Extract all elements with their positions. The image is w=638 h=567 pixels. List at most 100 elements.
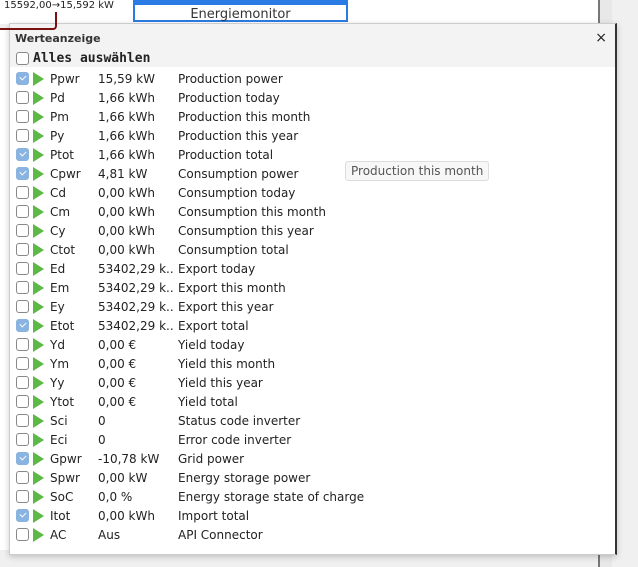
value-description: Yield total: [178, 394, 238, 409]
row-checkbox[interactable]: [16, 471, 29, 484]
list-item[interactable]: Yd 0,00 € Yield today: [10, 335, 615, 354]
value-description: Production total: [178, 147, 274, 162]
row-checkbox[interactable]: [16, 281, 29, 294]
row-checkbox[interactable]: [16, 110, 29, 123]
row-checkbox[interactable]: [16, 395, 29, 408]
row-checkbox[interactable]: [16, 509, 29, 522]
value-description: Yield this year: [178, 375, 263, 390]
row-checkbox[interactable]: [16, 433, 29, 446]
select-all-label: Alles auswählen: [33, 51, 151, 66]
list-item[interactable]: Ed 53402,29 k... Export today: [10, 259, 615, 278]
value-description: Production this year: [178, 128, 299, 143]
play-icon: [33, 185, 44, 200]
row-checkbox[interactable]: [16, 319, 29, 332]
value-reading: 0: [98, 413, 106, 428]
list-item[interactable]: Pm 1,66 kWh Production this month: [10, 107, 615, 126]
row-checkbox[interactable]: [16, 148, 29, 161]
list-item[interactable]: Eci 0 Error code inverter: [10, 430, 615, 449]
row-checkbox[interactable]: [16, 186, 29, 199]
list-item[interactable]: Cy 0,00 kWh Consumption this year: [10, 221, 615, 240]
value-reading: 0,00 kWh: [98, 242, 155, 257]
tooltip: Production this month: [345, 161, 490, 181]
row-checkbox[interactable]: [16, 205, 29, 218]
value-code: Ed: [50, 261, 66, 276]
value-reading: 1,66 kWh: [98, 128, 155, 143]
value-description: Grid power: [178, 451, 245, 466]
row-checkbox[interactable]: [16, 167, 29, 180]
value-reading: 53402,29 k...: [98, 261, 174, 276]
value-code: Cd: [50, 185, 66, 200]
list-item[interactable]: Etot 53402,29 k... Export total: [10, 316, 615, 335]
list-item[interactable]: Sci 0 Status code inverter: [10, 411, 615, 430]
list-item[interactable]: Em 53402,29 k... Export this month: [10, 278, 615, 297]
value-reading: 0,0 %: [98, 489, 133, 504]
list-item[interactable]: AC Aus API Connector: [10, 525, 615, 544]
list-item[interactable]: Itot 0,00 kWh Import total: [10, 506, 615, 525]
play-icon: [33, 147, 44, 162]
play-icon: [33, 90, 44, 105]
value-reading: 0,00 €: [98, 356, 137, 371]
list-item[interactable]: Ptot 1,66 kWh Production total: [10, 145, 615, 164]
value-description: Yield today: [178, 337, 245, 352]
value-list: Ppwr 15,59 kW Production power Pd 1,66 k…: [10, 69, 615, 544]
checkbox[interactable]: [16, 52, 29, 65]
widget-title: Energiemonitor: [190, 7, 291, 22]
list-item[interactable]: Cpwr 4,81 kW Consumption power: [10, 164, 615, 183]
list-item[interactable]: Cd 0,00 kWh Consumption today: [10, 183, 615, 202]
value-code: Cpwr: [50, 166, 81, 181]
play-icon: [33, 128, 44, 143]
row-checkbox[interactable]: [16, 243, 29, 256]
row-checkbox[interactable]: [16, 528, 29, 541]
value-description: Export this month: [178, 280, 286, 295]
row-checkbox[interactable]: [16, 357, 29, 370]
close-icon[interactable]: ×: [595, 30, 607, 46]
play-icon: [33, 508, 44, 523]
list-item[interactable]: Ym 0,00 € Yield this month: [10, 354, 615, 373]
select-all-checkbox[interactable]: Alles auswählen: [16, 51, 150, 66]
row-checkbox[interactable]: [16, 414, 29, 427]
list-item[interactable]: Spwr 0,00 kW Energy storage power: [10, 468, 615, 487]
value-description: Production today: [178, 90, 280, 105]
list-item[interactable]: Ctot 0,00 kWh Consumption total: [10, 240, 615, 259]
list-item[interactable]: Ey 53402,29 k... Export this year: [10, 297, 615, 316]
list-item[interactable]: Ppwr 15,59 kW Production power: [10, 69, 615, 88]
play-icon: [33, 470, 44, 485]
play-icon: [33, 527, 44, 542]
list-item[interactable]: Gpwr -10,78 kW Grid power: [10, 449, 615, 468]
value-reading: Aus: [98, 527, 121, 542]
list-item[interactable]: Py 1,66 kWh Production this year: [10, 126, 615, 145]
row-checkbox[interactable]: [16, 338, 29, 351]
row-checkbox[interactable]: [16, 72, 29, 85]
play-icon: [33, 109, 44, 124]
value-code: SoC: [50, 489, 74, 504]
play-icon: [33, 280, 44, 295]
row-checkbox[interactable]: [16, 224, 29, 237]
value-code: Itot: [50, 508, 71, 523]
play-icon: [33, 261, 44, 276]
value-description: Yield this month: [178, 356, 276, 371]
row-checkbox[interactable]: [16, 129, 29, 142]
row-checkbox[interactable]: [16, 376, 29, 389]
value-code: Gpwr: [50, 451, 82, 466]
werteanzeige-dialog: Werteanzeige × Alles auswählen Ppwr 15,5…: [9, 23, 617, 555]
value-description: Consumption total: [178, 242, 289, 257]
list-item[interactable]: Ytot 0,00 € Yield total: [10, 392, 615, 411]
value-reading: 0,00 €: [98, 375, 137, 390]
value-description: API Connector: [178, 527, 263, 542]
value-description: Export total: [178, 318, 249, 333]
row-checkbox[interactable]: [16, 490, 29, 503]
row-checkbox[interactable]: [16, 300, 29, 313]
value-reading: 53402,29 k...: [98, 280, 174, 295]
list-item[interactable]: Yy 0,00 € Yield this year: [10, 373, 615, 392]
dialog-title: Werteanzeige: [15, 32, 101, 45]
row-checkbox[interactable]: [16, 91, 29, 104]
row-checkbox[interactable]: [16, 262, 29, 275]
row-checkbox[interactable]: [16, 452, 29, 465]
value-description: Import total: [178, 508, 250, 523]
list-item[interactable]: Pd 1,66 kWh Production today: [10, 88, 615, 107]
list-item[interactable]: SoC 0,0 % Energy storage state of charge: [10, 487, 615, 506]
list-item[interactable]: Cm 0,00 kWh Consumption this month: [10, 202, 615, 221]
value-code: AC: [50, 527, 67, 542]
value-code: Pd: [50, 90, 65, 105]
value-description: Consumption this month: [178, 204, 326, 219]
